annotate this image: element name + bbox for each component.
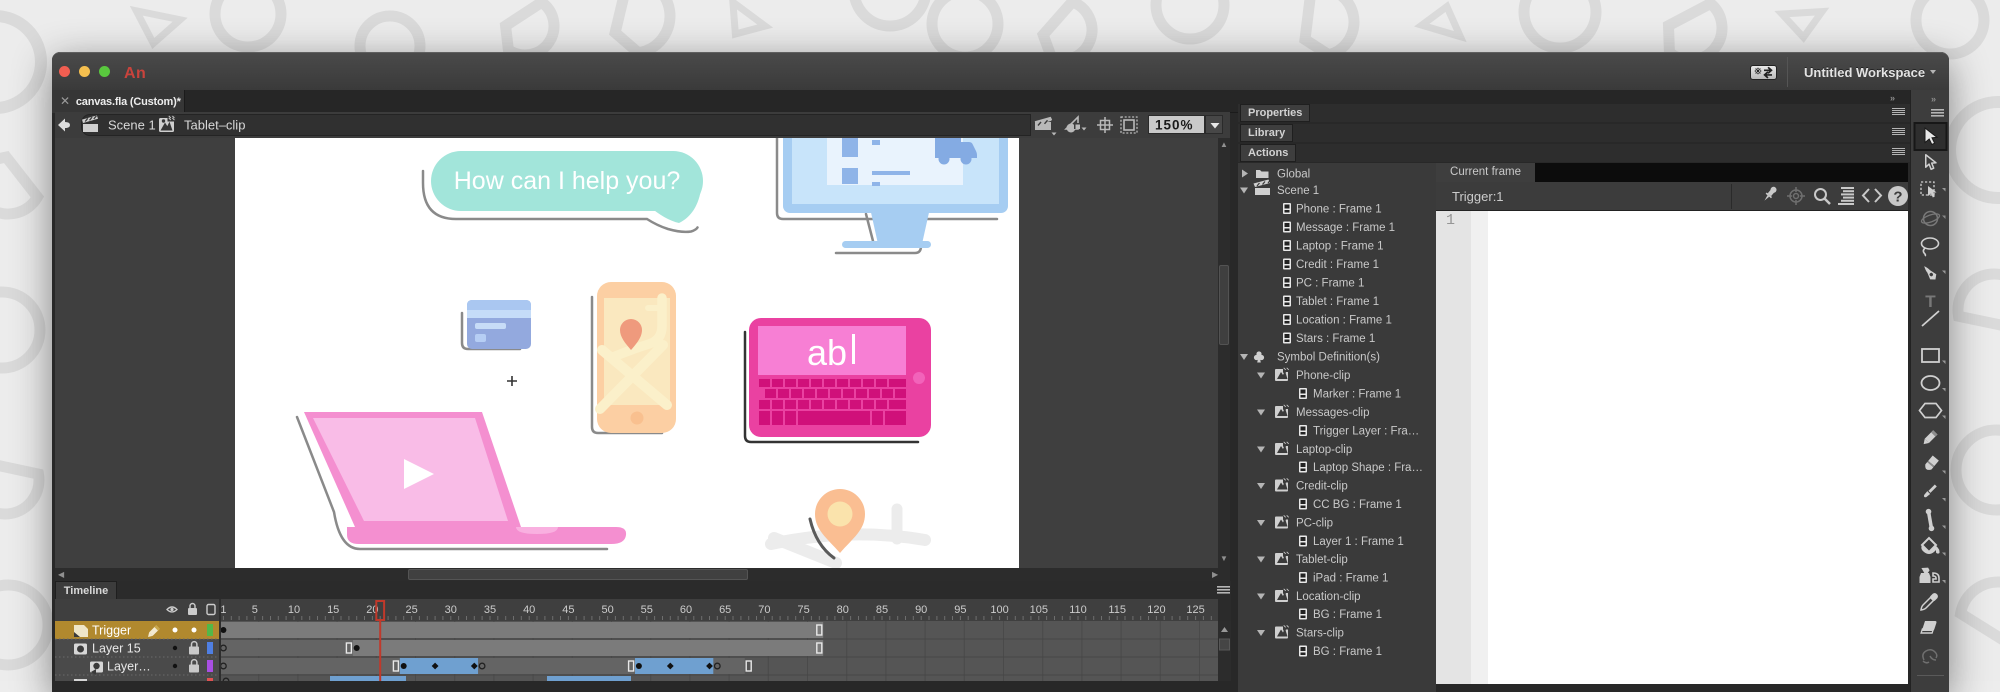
svg-text:80: 80 bbox=[837, 604, 849, 616]
svg-text:PC-clip: PC-clip bbox=[1296, 518, 1333, 530]
svg-text:Laptop-clip: Laptop-clip bbox=[1296, 444, 1352, 456]
svg-text:Location-clip: Location-clip bbox=[1296, 591, 1361, 603]
svg-text:Stars : Frame 1: Stars : Frame 1 bbox=[1296, 333, 1375, 345]
svg-text:55: 55 bbox=[641, 604, 653, 616]
svg-text:1: 1 bbox=[220, 604, 226, 616]
svg-text:25: 25 bbox=[405, 604, 417, 616]
svg-text:ab: ab bbox=[807, 332, 847, 373]
svg-text:Tablet : Frame 1: Tablet : Frame 1 bbox=[1296, 296, 1379, 308]
svg-text:?: ? bbox=[1893, 189, 1902, 206]
svg-text:Messages-clip: Messages-clip bbox=[1296, 407, 1370, 419]
svg-text:70: 70 bbox=[758, 604, 770, 616]
svg-text:»: » bbox=[1931, 94, 1936, 104]
svg-text:How can I help you?: How can I help you? bbox=[454, 167, 681, 195]
svg-text:Scene 1: Scene 1 bbox=[108, 118, 156, 133]
svg-text:110: 110 bbox=[1069, 604, 1087, 616]
svg-text:Stars-clip: Stars-clip bbox=[1296, 628, 1344, 640]
svg-text:Tablet-clip: Tablet-clip bbox=[1296, 554, 1348, 566]
svg-text:Scene 1: Scene 1 bbox=[1277, 185, 1319, 197]
svg-text:Credit : Frame 1: Credit : Frame 1 bbox=[1296, 259, 1379, 271]
svg-text:Trigger:1: Trigger:1 bbox=[1452, 189, 1504, 204]
svg-text:95: 95 bbox=[954, 604, 966, 616]
svg-text:60: 60 bbox=[680, 604, 692, 616]
svg-text:100: 100 bbox=[990, 604, 1008, 616]
svg-text:Layer…: Layer… bbox=[107, 660, 151, 674]
svg-text:Layer 1 : Frame 1: Layer 1 : Frame 1 bbox=[1313, 536, 1404, 548]
svg-text:Global: Global bbox=[1277, 169, 1310, 181]
svg-text:30: 30 bbox=[445, 604, 457, 616]
svg-text:45: 45 bbox=[562, 604, 574, 616]
svg-text:120: 120 bbox=[1147, 604, 1165, 616]
svg-text:PC : Frame 1: PC : Frame 1 bbox=[1296, 278, 1364, 290]
svg-text:125: 125 bbox=[1186, 604, 1204, 616]
svg-text:Phone-clip: Phone-clip bbox=[1296, 370, 1350, 382]
svg-text:10: 10 bbox=[288, 604, 300, 616]
svg-text:15: 15 bbox=[327, 604, 339, 616]
svg-text:50: 50 bbox=[601, 604, 613, 616]
svg-text:Marker : Frame 1: Marker : Frame 1 bbox=[1313, 389, 1401, 401]
svg-text:Laptop : Frame 1: Laptop : Frame 1 bbox=[1296, 241, 1384, 253]
svg-text:BG : Frame 1: BG : Frame 1 bbox=[1313, 609, 1382, 621]
svg-text:Trigger: Trigger bbox=[92, 624, 131, 638]
svg-text:Location : Frame 1: Location : Frame 1 bbox=[1296, 315, 1392, 327]
svg-text:90: 90 bbox=[915, 604, 927, 616]
svg-text:150%: 150% bbox=[1155, 118, 1194, 133]
svg-text:Layer 15: Layer 15 bbox=[92, 642, 141, 656]
svg-text:Credit-clip: Credit-clip bbox=[1296, 481, 1348, 493]
svg-text:iPad : Frame 1: iPad : Frame 1 bbox=[1313, 573, 1388, 585]
svg-text:65: 65 bbox=[719, 604, 731, 616]
svg-text:75: 75 bbox=[797, 604, 809, 616]
svg-text:BG : Frame 1: BG : Frame 1 bbox=[1313, 646, 1382, 658]
svg-text:5: 5 bbox=[252, 604, 258, 616]
svg-text:Symbol Definition(s): Symbol Definition(s) bbox=[1277, 352, 1380, 364]
svg-text:Laptop Shape : Fra…: Laptop Shape : Fra… bbox=[1313, 462, 1423, 474]
svg-text:85: 85 bbox=[876, 604, 888, 616]
svg-text:Tablet–clip: Tablet–clip bbox=[184, 118, 245, 133]
svg-text:105: 105 bbox=[1030, 604, 1048, 616]
svg-text:Trigger Layer : Fra…: Trigger Layer : Fra… bbox=[1313, 426, 1419, 438]
svg-text:35: 35 bbox=[484, 604, 496, 616]
svg-text:CC BG : Frame 1: CC BG : Frame 1 bbox=[1313, 499, 1402, 511]
svg-text:T: T bbox=[1925, 292, 1936, 311]
svg-text:Phone : Frame 1: Phone : Frame 1 bbox=[1296, 204, 1382, 216]
svg-text:115: 115 bbox=[1108, 604, 1126, 616]
svg-text:Message : Frame 1: Message : Frame 1 bbox=[1296, 222, 1395, 234]
svg-text:40: 40 bbox=[523, 604, 535, 616]
